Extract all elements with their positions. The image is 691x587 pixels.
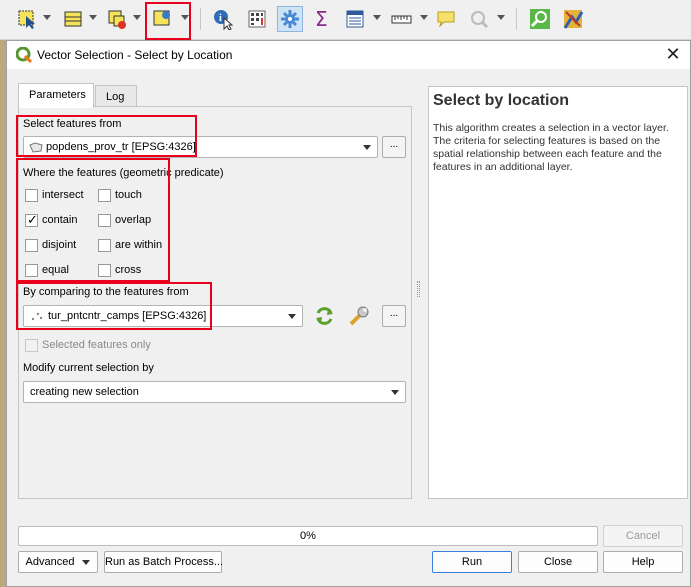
help-description: This algorithm creates a selection in a … — [433, 122, 669, 173]
cross-label: cross — [115, 264, 142, 276]
vector-selection-dialog: Vector Selection - Select by Location ✕ … — [6, 40, 691, 587]
predicate-label: Where the features (geometric predicate) — [23, 167, 224, 179]
advanced-label: Advanced — [25, 556, 75, 568]
close-icon[interactable]: ✕ — [662, 44, 684, 66]
selected-only-label: Selected features only — [42, 339, 151, 351]
plugin-icon[interactable] — [560, 6, 586, 32]
chevron-down-icon[interactable] — [373, 15, 381, 20]
chevron-down-icon — [82, 559, 91, 565]
modify-label: Modify current selection by — [23, 362, 154, 374]
intersect-label: intersect — [42, 189, 84, 201]
chevron-down-icon[interactable] — [43, 15, 51, 20]
field-calculator-icon[interactable] — [244, 6, 270, 32]
qgis-logo-icon — [15, 46, 33, 64]
dialog-title: Vector Selection - Select by Location — [37, 48, 233, 62]
contain-label: contain — [42, 214, 78, 226]
wrench-icon[interactable] — [347, 304, 371, 328]
select-features-label: Select features from — [23, 118, 122, 130]
select-features-icon[interactable] — [14, 6, 40, 32]
parameters-panel — [18, 106, 412, 499]
chevron-down-icon[interactable] — [181, 15, 189, 20]
run-button[interactable]: Run — [432, 551, 512, 573]
overlap-checkbox[interactable] — [98, 214, 111, 227]
chevron-down-icon[interactable] — [89, 15, 97, 20]
intersect-checkbox[interactable] — [25, 189, 38, 202]
attributes-icon[interactable] — [342, 6, 368, 32]
disjoint-label: disjoint — [42, 239, 77, 251]
zoom-icon[interactable] — [466, 6, 492, 32]
help-title: Select by location — [433, 92, 570, 109]
are-within-checkbox[interactable] — [98, 239, 111, 252]
selected-only-checkbox[interactable] — [25, 339, 38, 352]
contain-checkbox[interactable] — [25, 212, 38, 228]
progress-bar: 0% — [18, 526, 598, 546]
chevron-down-icon[interactable] — [133, 15, 141, 20]
statistics-icon[interactable]: Σ — [310, 6, 336, 32]
point-layer-icon — [30, 311, 44, 325]
identify-icon[interactable]: i — [210, 6, 236, 32]
tab-log[interactable]: Log — [95, 85, 137, 107]
polygon-layer-icon — [29, 142, 43, 156]
input-layer-value: popdens_prov_tr [EPSG:4326] — [46, 141, 196, 153]
advanced-button[interactable]: Advanced — [18, 551, 98, 573]
chevron-down-icon — [288, 314, 296, 319]
cross-checkbox[interactable] — [98, 264, 111, 277]
measure-icon[interactable] — [388, 6, 414, 32]
touch-checkbox[interactable] — [98, 189, 111, 202]
tab-parameters[interactable]: Parameters — [18, 83, 94, 108]
svg-text:i: i — [219, 13, 222, 24]
close-button[interactable]: Close — [518, 551, 598, 573]
deselect-icon[interactable] — [104, 6, 130, 32]
select-by-location-icon[interactable] — [149, 6, 175, 32]
method-value: creating new selection — [30, 386, 139, 398]
map-toolbar: i Σ — [0, 0, 691, 40]
comparing-label: By comparing to the features from — [23, 286, 189, 298]
processing-toolbox-icon[interactable] — [277, 6, 303, 32]
input-layer-browse-button[interactable]: ... — [382, 136, 406, 158]
cancel-button[interactable]: Cancel — [603, 525, 683, 547]
chevron-down-icon — [363, 145, 371, 150]
intersect-layer-combo[interactable]: tur_pntcntr_camps [EPSG:4326] — [23, 305, 303, 327]
dialog-titlebar: Vector Selection - Select by Location ✕ — [7, 41, 690, 69]
are-within-label: are within — [115, 239, 163, 251]
method-combo[interactable]: creating new selection — [23, 381, 406, 403]
intersect-layer-value: tur_pntcntr_camps [EPSG:4326] — [48, 310, 207, 322]
input-layer-combo[interactable]: popdens_prov_tr [EPSG:4326] — [23, 136, 378, 158]
toolbar-separator — [200, 8, 201, 30]
help-panel: Select by location This algorithm create… — [428, 86, 688, 499]
map-tips-icon[interactable] — [433, 6, 459, 32]
disjoint-checkbox[interactable] — [25, 239, 38, 252]
chevron-down-icon[interactable] — [497, 15, 505, 20]
equal-checkbox[interactable] — [25, 264, 38, 277]
browse-icon[interactable] — [527, 6, 553, 32]
help-button[interactable]: Help — [603, 551, 683, 573]
run-batch-button[interactable]: Run as Batch Process... — [104, 551, 223, 573]
equal-label: equal — [42, 264, 69, 276]
svg-text:Σ: Σ — [315, 8, 328, 30]
overlap-label: overlap — [115, 214, 152, 226]
chevron-down-icon[interactable] — [420, 15, 428, 20]
chevron-down-icon — [391, 390, 399, 395]
intersect-layer-browse-button[interactable]: ... — [382, 305, 406, 327]
attribute-table-icon[interactable] — [60, 6, 86, 32]
splitter-handle[interactable] — [417, 281, 420, 297]
toolbar-separator — [516, 8, 517, 30]
touch-label: touch — [115, 189, 142, 201]
iterate-icon[interactable] — [313, 305, 337, 327]
